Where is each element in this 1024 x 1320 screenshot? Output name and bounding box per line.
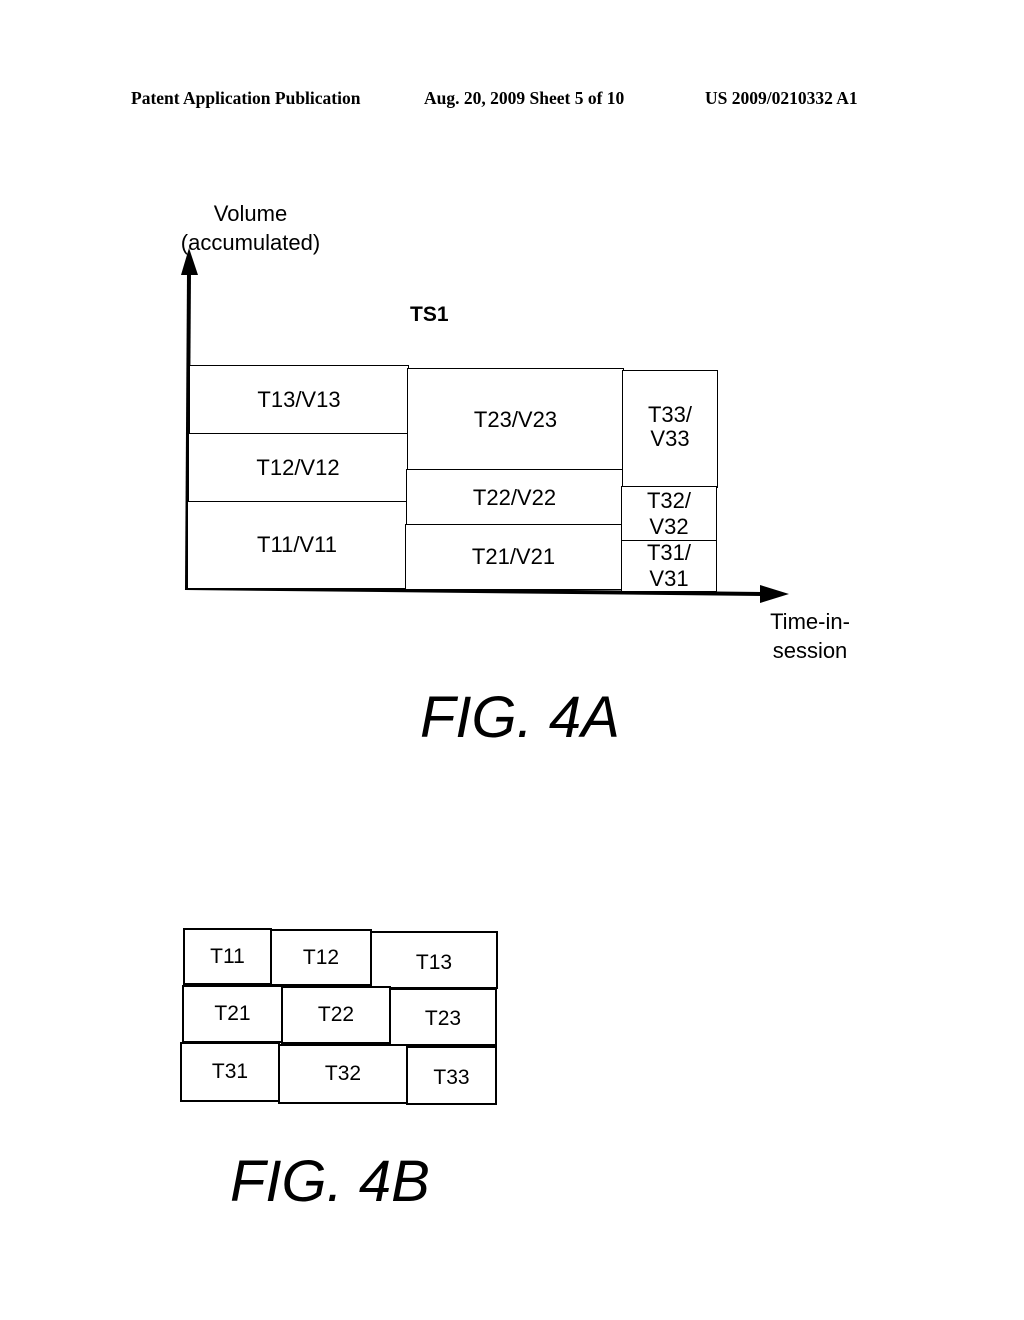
grid-cell-t23: T23	[389, 988, 497, 1046]
cell-t21-v21: T21/V21	[405, 524, 622, 590]
cell-t31-line1: T31/	[646, 540, 692, 565]
cell-t13-v13: T13/V13	[189, 365, 409, 435]
cell-t12-v12: T12/V12	[188, 433, 408, 503]
grid-cell-t13: T13	[370, 931, 498, 989]
grid-cell-t31: T31	[180, 1042, 280, 1102]
stack-title: TS1	[410, 303, 449, 326]
cell-t32-line1: T32/	[646, 488, 692, 513]
grid-cell-t22: T22	[281, 986, 391, 1044]
cell-t22-v22: T22/V22	[406, 469, 623, 526]
grid-cell-t21: T21	[182, 985, 283, 1043]
figure-4a-caption: FIG. 4A	[420, 685, 620, 750]
cell-t33-line1: T33/	[647, 402, 693, 427]
figure-4b-caption: FIG. 4B	[230, 1149, 430, 1214]
cell-t33-line2: V33	[650, 426, 690, 451]
x-axis-label-line1: Time-in-	[770, 609, 850, 634]
x-axis-label: Time-in- session	[755, 607, 865, 665]
grid-cell-t32: T32	[278, 1044, 408, 1104]
grid-cell-t33: T33	[406, 1046, 497, 1105]
grid-cell-t11: T11	[183, 928, 272, 985]
y-axis-arrowhead-icon	[181, 248, 198, 275]
grid-cell-t12: T12	[270, 929, 372, 986]
axes	[181, 248, 789, 603]
cell-t31-v31: T31/ V31	[621, 540, 717, 592]
cell-t31-line2: V31	[649, 566, 689, 591]
cell-t32-v32: T32/ V32	[621, 486, 717, 542]
cell-t23-v23: T23/V23	[407, 368, 624, 471]
cell-t33-v33: T33/ V33	[622, 370, 718, 488]
x-axis-label-line2: session	[772, 638, 848, 663]
cell-t32-line2: V32	[649, 514, 689, 539]
cell-t11-v11: T11/V11	[187, 501, 407, 589]
x-axis-arrowhead-icon	[760, 585, 789, 603]
